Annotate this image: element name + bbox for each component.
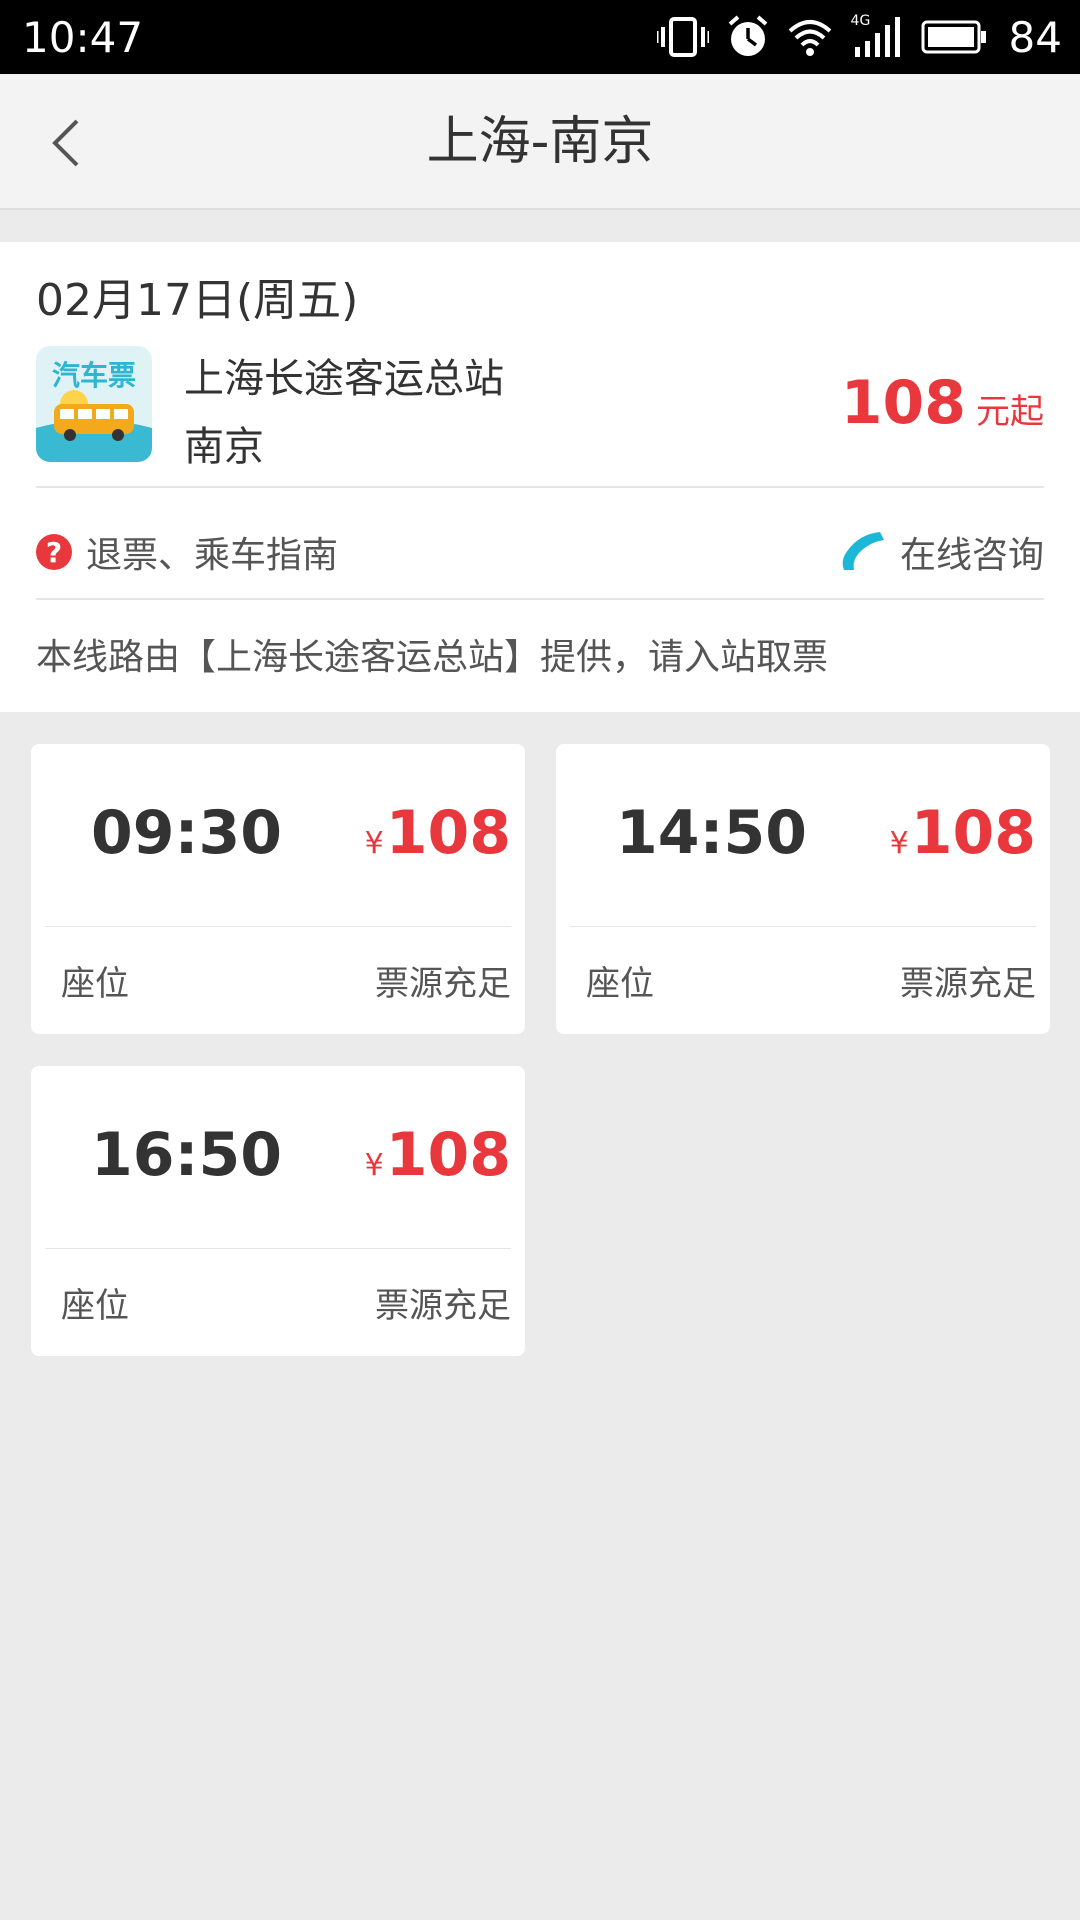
min-price-value: 108 xyxy=(840,368,966,438)
seat-label: 座位 xyxy=(586,964,654,1004)
status-icons: 4G 84 xyxy=(656,12,1062,62)
logo-text: 汽车票 xyxy=(51,359,136,392)
schedule-card-1650[interactable]: 16:50 ¥ 108 座位 票源充足 xyxy=(31,1066,525,1356)
fare: ¥ 108 xyxy=(890,798,1036,868)
divider xyxy=(36,486,1044,488)
divider xyxy=(36,598,1044,600)
help-guide-link[interactable]: ? 退票、乘车指南 xyxy=(36,522,338,582)
currency-symbol: ¥ xyxy=(364,1148,384,1183)
fare-value: 108 xyxy=(385,1120,511,1190)
departure-time: 14:50 xyxy=(616,798,807,868)
currency-symbol: ¥ xyxy=(364,826,384,861)
schedule-card-1450[interactable]: 14:50 ¥ 108 座位 票源充足 xyxy=(556,744,1050,1034)
currency-symbol: ¥ xyxy=(889,826,909,861)
alarm-clock-icon xyxy=(728,15,767,56)
fare: ¥ 108 xyxy=(365,798,511,868)
ticket-availability: 票源充足 xyxy=(375,964,511,1004)
phone-icon xyxy=(842,532,884,570)
vibrate-icon xyxy=(656,17,709,57)
ticket-availability: 票源充足 xyxy=(375,1286,511,1326)
wifi-icon xyxy=(788,20,831,56)
battery-level: 84 xyxy=(1008,12,1062,62)
fare-value: 108 xyxy=(910,798,1036,868)
help-icon: ? xyxy=(36,534,72,570)
status-time: 10:47 xyxy=(22,12,144,62)
departure-time: 09:30 xyxy=(91,798,282,868)
trip-info-card: 02月17日(周五) 汽车票 上海长途客运总站 南京 108 元起 ? 退票、乘… xyxy=(0,242,1080,712)
min-price: 108 元起 xyxy=(841,368,1044,438)
page-title: 上海-南京 xyxy=(426,112,654,172)
bus-ticket-logo: 汽车票 xyxy=(36,346,152,462)
arrive-city: 南京 xyxy=(184,424,264,470)
online-consult-link[interactable]: 在线咨询 xyxy=(840,522,1044,582)
cellular-signal-icon: 4G xyxy=(851,13,903,59)
fare: ¥ 108 xyxy=(365,1120,511,1190)
battery-icon xyxy=(921,20,986,54)
provider-note: 本线路由【上海长途客运总站】提供，请入站取票 xyxy=(36,637,829,678)
divider xyxy=(45,1248,511,1249)
fare-value: 108 xyxy=(385,798,511,868)
ticket-availability: 票源充足 xyxy=(900,964,1036,1004)
departure-time: 16:50 xyxy=(91,1120,282,1190)
help-guide-label: 退票、乘车指南 xyxy=(86,535,339,576)
divider xyxy=(45,926,511,927)
seat-label: 座位 xyxy=(61,964,129,1004)
seat-label: 座位 xyxy=(61,1286,129,1326)
min-price-unit: 元起 xyxy=(976,392,1044,432)
trip-date: 02月17日(周五) xyxy=(36,275,359,326)
divider xyxy=(570,926,1036,927)
depart-station: 上海长途客运总站 xyxy=(184,356,504,402)
status-bar: 10:47 4G 84 xyxy=(0,0,1080,74)
schedule-card-0930[interactable]: 09:30 ¥ 108 座位 票源充足 xyxy=(31,744,525,1034)
nav-bar: 上海-南京 xyxy=(0,74,1080,210)
online-consult-label: 在线咨询 xyxy=(899,535,1044,576)
